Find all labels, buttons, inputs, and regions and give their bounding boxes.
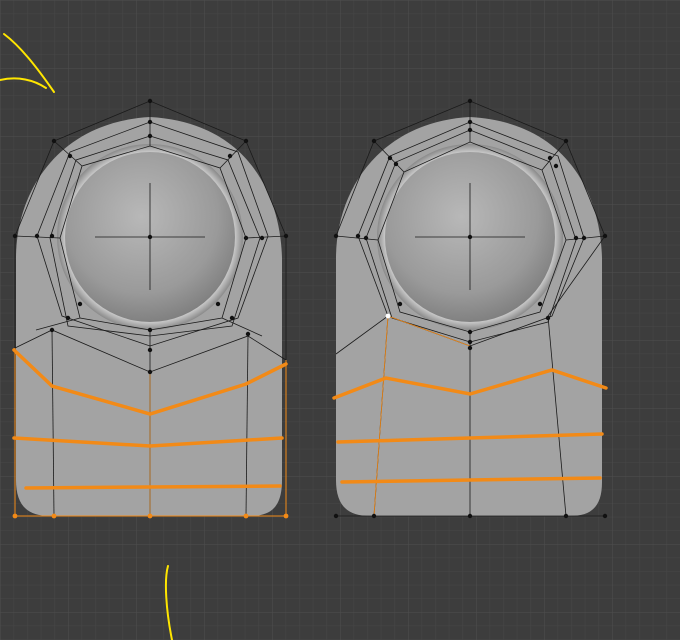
left-mesh-object[interactable] [12, 98, 289, 519]
left-selected-vertices [12, 513, 289, 519]
3d-viewport[interactable] [0, 0, 680, 640]
right-selected-vertices [385, 313, 391, 319]
left-loop-cut-3 [24, 484, 282, 490]
viewport-canvas[interactable] [0, 0, 680, 640]
right-mesh-object[interactable] [332, 98, 608, 519]
